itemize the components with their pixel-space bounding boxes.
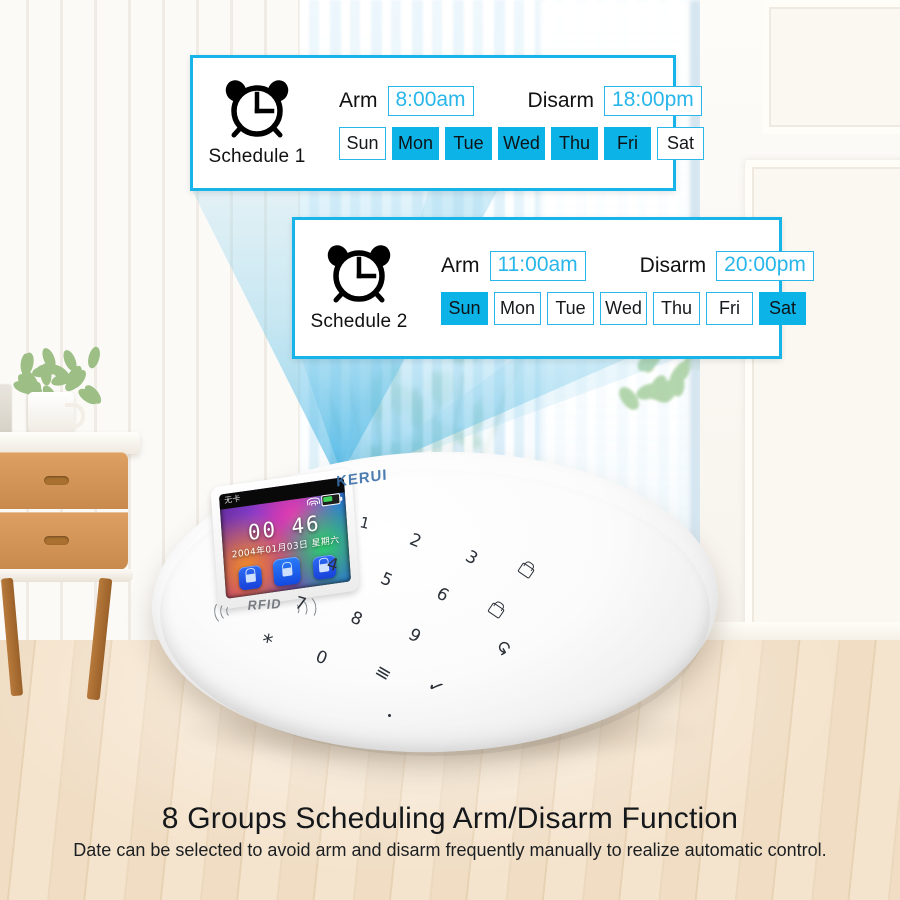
key-1[interactable]: 1 [358, 513, 372, 533]
day-chip-fri[interactable]: Fri [604, 127, 651, 160]
product-marketing-image: 无卡 00 46 2004年01月03日 星期六 KERUI RFID 1 2 [0, 0, 900, 900]
alarm-clock-icon [221, 78, 293, 144]
schedule-1-time-row: Arm 8:00am Disarm 18:00pm [339, 86, 704, 116]
schedule-panel-1[interactable]: Schedule 1 Arm 8:00am Disarm 18:00pm Sun… [190, 55, 676, 191]
schedule-2-time-row: Arm 11:00am Disarm 20:00pm [441, 251, 814, 281]
day-chip-tue[interactable]: Tue [445, 127, 492, 160]
key-3[interactable]: 3 [462, 547, 481, 570]
screen-status-text: 无卡 [224, 493, 241, 506]
schedule-2-identity: Schedule 2 [295, 243, 423, 333]
key-6[interactable]: 6 [433, 584, 452, 607]
wall-molding-upper [762, 0, 900, 134]
arm-label: Arm [441, 254, 480, 278]
side-table-top [0, 432, 140, 454]
drawer-handle [44, 536, 69, 545]
arm-time-field[interactable]: 8:00am [388, 86, 474, 116]
side-table-apron [0, 569, 133, 582]
rfid-label: RFID [247, 596, 283, 613]
schedule-1-identity: Schedule 1 [193, 78, 321, 168]
day-chip-thu[interactable]: Thu [551, 127, 598, 160]
day-chip-wed[interactable]: Wed [498, 127, 545, 160]
day-chip-thu[interactable]: Thu [653, 292, 700, 325]
small-vase [0, 384, 12, 438]
arm-time-field[interactable]: 11:00am [490, 251, 586, 281]
side-table-drawer-bottom [0, 512, 128, 570]
lock-disarm-icon[interactable] [487, 599, 509, 620]
schedule-2-settings: Arm 11:00am Disarm 20:00pm Sun Mon Tue Wed T… [423, 241, 814, 335]
caption-headline: 8 Groups Scheduling Arm/Disarm Function [0, 802, 900, 836]
lock-open-icon[interactable] [273, 556, 302, 587]
disarm-label: Disarm [640, 254, 707, 278]
disarm-label: Disarm [528, 89, 595, 113]
lock-arm-icon[interactable] [517, 559, 539, 580]
day-chip-sun[interactable]: Sun [339, 127, 386, 160]
rfid-wave-left [225, 605, 235, 618]
wifi-icon [307, 497, 319, 508]
caption-subline: Date can be selected to avoid arm and di… [0, 840, 900, 861]
key-menu[interactable]: ≡ [371, 659, 396, 686]
day-chip-fri[interactable]: Fri [706, 292, 753, 325]
day-chip-sun[interactable]: Sun [441, 292, 488, 325]
schedule-1-days: Sun Mon Tue Wed Thu Fri Sat [339, 127, 704, 160]
drawer-handle [44, 476, 69, 485]
day-chip-sat[interactable]: Sat [759, 292, 806, 325]
schedule-2-label: Schedule 2 [310, 311, 407, 333]
day-chip-wed[interactable]: Wed [600, 292, 647, 325]
day-chip-mon[interactable]: Mon [392, 127, 439, 160]
key-8[interactable]: 8 [347, 608, 365, 631]
status-led [388, 714, 391, 717]
key-2[interactable]: 2 [407, 530, 425, 553]
key-5[interactable]: 5 [377, 569, 395, 592]
alarm-clock-icon [323, 243, 395, 309]
key-back[interactable]: ↺ [492, 634, 516, 660]
key-confirm[interactable]: ✓ [423, 673, 448, 700]
key-9[interactable]: 9 [405, 625, 424, 648]
lock-closed-icon[interactable] [238, 565, 262, 591]
day-chip-mon[interactable]: Mon [494, 292, 541, 325]
day-chip-sat[interactable]: Sat [657, 127, 704, 160]
day-chip-tue[interactable]: Tue [547, 292, 594, 325]
disarm-time-field[interactable]: 18:00pm [604, 86, 702, 116]
arm-label: Arm [339, 89, 378, 113]
schedule-2-days: Sun Mon Tue Wed Thu Fri Sat [441, 292, 814, 325]
device-keypad[interactable]: 1 2 3 4 5 6 7 8 9 * 0 ≡ ✓ ↺ [330, 500, 660, 730]
schedule-panel-2[interactable]: Schedule 2 Arm 11:00am Disarm 20:00pm Su… [292, 217, 782, 359]
schedule-1-settings: Arm 8:00am Disarm 18:00pm Sun Mon Tue Wed Th… [321, 76, 704, 170]
disarm-time-field[interactable]: 20:00pm [716, 251, 814, 281]
schedule-1-label: Schedule 1 [208, 146, 305, 168]
side-table-drawer-top [0, 452, 128, 509]
